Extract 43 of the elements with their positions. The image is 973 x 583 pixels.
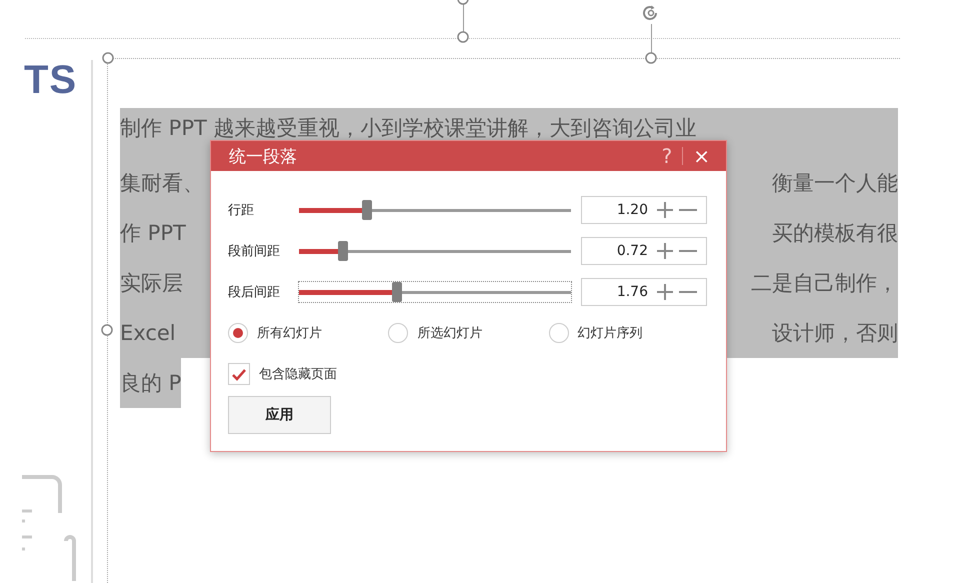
resize-handle[interactable] [645,52,657,64]
spacing-label: 行距 [228,202,255,218]
radio-button[interactable] [548,323,569,343]
spacing-label: 段前间距 [228,242,281,260]
plus-icon[interactable] [654,282,676,300]
checkbox[interactable] [228,363,250,385]
text-line: 二是自己制作， [751,270,898,297]
close-button[interactable]: × [689,144,714,168]
radio-button[interactable] [388,323,408,343]
radio-label[interactable]: 幻灯片序列 [578,324,643,342]
apply-button[interactable]: 应用 [228,396,331,434]
checkbox-label[interactable]: 包含隐藏页面 [259,365,337,383]
text-line: 设计师，否则 [772,320,898,347]
slider-thumb[interactable] [338,240,348,260]
slider-thumb[interactable] [362,200,372,220]
slider[interactable] [298,198,572,220]
text-line: 集耐看、 [120,170,204,197]
number-field[interactable]: 1.76 [581,278,707,306]
resize-handle[interactable] [101,324,113,336]
slider[interactable] [298,240,572,262]
plus-icon[interactable] [654,200,676,218]
radio-label[interactable]: 所选幻灯片 [417,324,482,342]
resize-handle[interactable] [102,52,114,64]
text-line: 作 PPT [120,220,186,247]
resize-handle[interactable] [457,31,469,43]
dialog-title: 统一段落 [229,146,298,168]
check-icon [231,367,247,381]
spacing-label: 段后间距 [228,284,281,300]
text-line: 买的模板有很 [772,220,898,247]
rotate-handle-icon[interactable] [642,4,660,22]
text-line: Excel [120,321,176,345]
number-field[interactable]: 0.72 [581,236,707,264]
number-field[interactable]: 1.20 [581,196,707,224]
text-line: 衡量一个人能 [772,170,898,197]
radio-button[interactable] [228,323,248,343]
slider-thumb[interactable] [392,282,402,302]
text-line: 实际层 [120,270,183,297]
slide-thumbnail-drawing[interactable] [22,475,78,583]
text-line: 制作 PPT 越来越受重视，小到学校课堂讲解，大到咨询公司业 [120,115,697,142]
radio-label[interactable]: 所有幻灯片 [257,324,322,342]
plus-icon[interactable] [654,242,676,260]
slide-title-fragment: TS [24,58,78,103]
slider[interactable] [298,280,572,302]
